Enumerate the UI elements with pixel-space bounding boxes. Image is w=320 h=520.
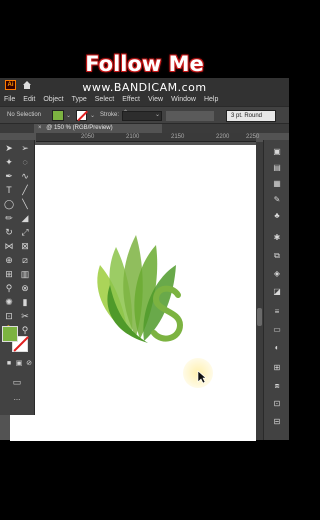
pencil-tool-icon[interactable]: ✏ — [3, 212, 15, 224]
stroke-label: Stroke: — [100, 112, 120, 118]
brush-icon[interactable]: ✎ — [271, 194, 283, 206]
type-tool-icon[interactable]: T — [3, 184, 15, 196]
follow-me-banner: Follow Me — [85, 52, 204, 76]
eyedropper-icon[interactable]: ⚲ — [3, 282, 15, 294]
selection-tool-icon[interactable]: ➤ — [3, 142, 15, 154]
ruler-tick: 2100 — [126, 134, 140, 140]
symbols-icon[interactable]: ♣ — [271, 210, 283, 222]
align-icon[interactable]: ⊞ — [271, 362, 283, 374]
gradient-tool-icon[interactable]: ▥ — [19, 268, 31, 280]
blend-tool-icon[interactable]: ⊗ — [19, 282, 31, 294]
rotate-tool-icon[interactable]: ↻ — [3, 226, 15, 238]
menu-view[interactable]: View — [148, 96, 163, 103]
menu-select[interactable]: Select — [95, 96, 114, 103]
eraser-icon[interactable]: ◢ — [19, 212, 31, 224]
curvature-tool-icon[interactable]: ∿ — [19, 170, 31, 182]
stroke-icon[interactable]: ≡ — [271, 306, 283, 318]
scroll-thumb[interactable] — [257, 308, 262, 326]
artboards-icon[interactable]: ◪ — [271, 286, 283, 298]
screen: { "overlay": { "title": "Follow Me", "wa… — [0, 0, 289, 520]
stepper-icon[interactable]: ⌃ — [123, 110, 128, 116]
leaf-s-logo — [97, 235, 184, 343]
panel-icon[interactable]: ▦ — [271, 178, 283, 190]
scale-tool-icon[interactable]: ⤢ — [19, 226, 31, 238]
brush-definition-dropdown[interactable]: 3 pt. Round — [226, 110, 276, 122]
width-tool-icon[interactable]: ⋈ — [3, 240, 15, 252]
menu-object[interactable]: Object — [43, 96, 63, 103]
magic-wand-icon[interactable]: ✦ — [3, 156, 15, 168]
chevron-down-icon[interactable]: ⌄ — [90, 112, 95, 119]
bandicam-watermark: www.BANDICAM.com — [82, 81, 207, 94]
document-title: @ 150 % (RGB/Preview) — [46, 125, 113, 131]
mouse-pointer-icon — [197, 370, 207, 384]
horizontal-ruler: 2050 2100 2150 2200 2250 — [36, 133, 260, 142]
graph-tool-icon[interactable]: ▮ — [19, 296, 31, 308]
sun-icon[interactable]: ✱ — [271, 232, 283, 244]
menu-edit[interactable]: Edit — [23, 96, 35, 103]
selection-label: No Selection — [7, 112, 42, 118]
right-panel-dock: ▣ ▤ ▦ ✎ ♣ ✱ ⧉ ◈ ◪ ≡ ▭ ◐ ⊞ ⧈ ⊡ ⊟ — [263, 140, 289, 440]
menu-help[interactable]: Help — [204, 96, 218, 103]
vertical-scrollbar[interactable] — [256, 142, 263, 440]
menu-window[interactable]: Window — [171, 96, 196, 103]
artboard-tool-icon[interactable]: ⊡ — [3, 310, 15, 322]
fill-swatch[interactable] — [52, 110, 64, 121]
panel-icon[interactable]: ▣ — [271, 146, 283, 158]
edit-toolbar-icon[interactable]: ... — [11, 392, 23, 404]
menu-bar: File Edit Object Type Select Effect View… — [0, 92, 289, 106]
gradient-icon[interactable]: ▭ — [271, 324, 283, 336]
symbol-sprayer-icon[interactable]: ✺ — [3, 296, 15, 308]
mesh-tool-icon[interactable]: ⊞ — [3, 268, 15, 280]
close-icon[interactable]: × — [38, 124, 42, 133]
transform-icon[interactable]: ⊡ — [271, 398, 283, 410]
menu-effect[interactable]: Effect — [122, 96, 140, 103]
free-transform-icon[interactable]: ⊠ — [19, 240, 31, 252]
pathfinder-icon[interactable]: ⧈ — [271, 380, 283, 392]
none-mode-icon[interactable]: ⊘ — [23, 358, 35, 370]
tools-panel: ➤ ➢ ✦ ◌ ✒ ∿ T ╱ ◯ ╲ ✏ ◢ ↻ ⤢ ⋈ ⊠ ⊕ ⧄ ⊞ ▥ … — [0, 140, 35, 415]
menu-file[interactable]: File — [4, 96, 15, 103]
panel-icon[interactable]: ⊟ — [271, 416, 283, 428]
fill-color-box[interactable] — [2, 326, 18, 342]
lasso-icon[interactable]: ◌ — [19, 156, 31, 168]
menu-type[interactable]: Type — [72, 96, 87, 103]
chevron-down-icon[interactable]: ⌄ — [155, 111, 160, 118]
paintbrush-icon[interactable]: ╲ — [19, 198, 31, 210]
perspective-grid-icon[interactable]: ⧄ — [19, 254, 31, 266]
control-bar: No Selection ⌄ ⌄ Stroke: ⌃ ⌄ 3 pt. Round — [0, 106, 289, 124]
layers-icon[interactable]: ◈ — [271, 268, 283, 280]
ruler-tick: 2200 — [216, 134, 230, 140]
chevron-down-icon[interactable]: ⌄ — [66, 112, 71, 119]
ruler-tick: 2250 — [246, 134, 260, 140]
document-tab-bar: × @ 150 % (RGB/Preview) — [0, 124, 289, 133]
stroke-swatch[interactable] — [76, 110, 87, 121]
ellipse-tool-icon[interactable]: ◯ — [3, 198, 15, 210]
screen-mode-icon[interactable]: ▭ — [11, 376, 23, 388]
libraries-icon[interactable]: ⧉ — [271, 250, 283, 262]
ruler-tick: 2150 — [171, 134, 185, 140]
slice-tool-icon[interactable]: ✂ — [19, 310, 31, 322]
direct-selection-tool-icon[interactable]: ➢ — [19, 142, 31, 154]
properties-icon[interactable]: ▤ — [271, 162, 283, 174]
ruler-tick: 2050 — [81, 134, 95, 140]
pen-tool-icon[interactable]: ✒ — [3, 170, 15, 182]
variable-width-profile[interactable] — [166, 111, 214, 121]
document-tab[interactable]: × @ 150 % (RGB/Preview) — [34, 124, 162, 133]
zoom-tool-icon[interactable]: ⚲ — [19, 324, 31, 336]
shape-builder-icon[interactable]: ⊕ — [3, 254, 15, 266]
line-tool-icon[interactable]: ╱ — [19, 184, 31, 196]
transparency-icon[interactable]: ◐ — [271, 342, 283, 354]
